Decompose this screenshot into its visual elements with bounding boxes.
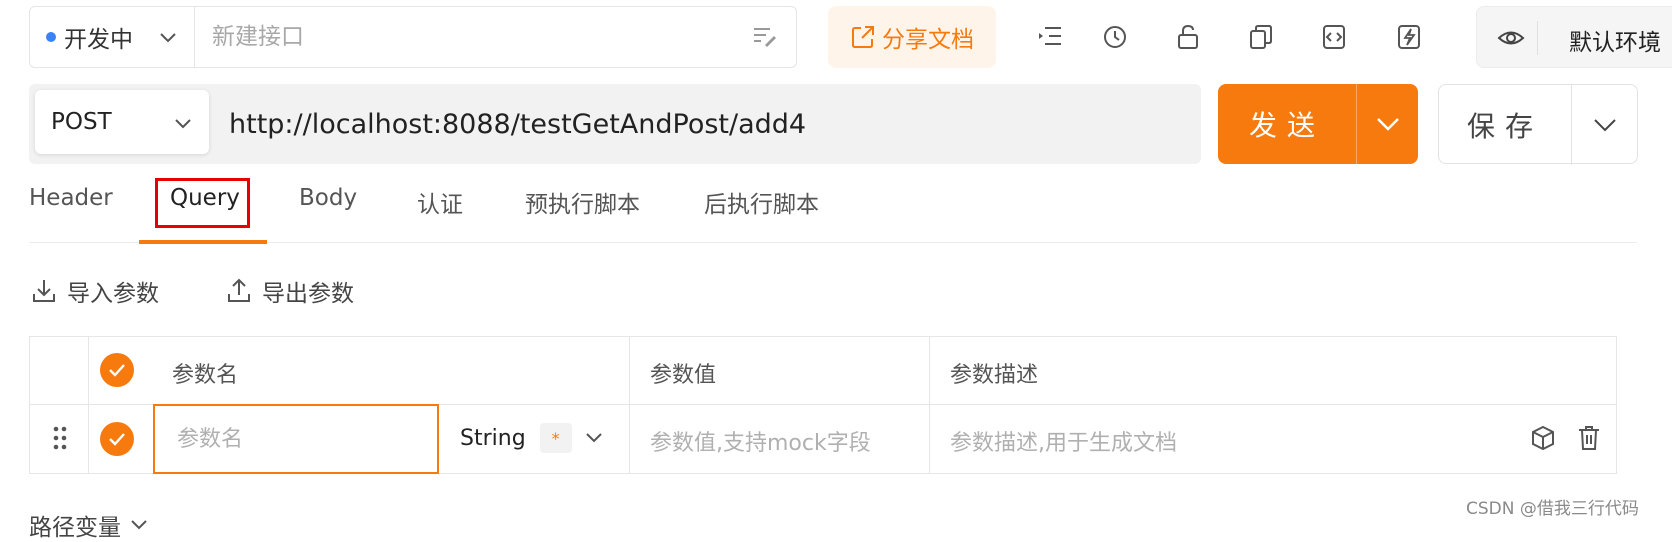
status-select[interactable]: 开发中	[30, 7, 195, 67]
share-doc-button[interactable]: 分享文档	[828, 6, 996, 68]
tab-auth[interactable]: 认证	[417, 185, 463, 219]
export-params-button[interactable]: 导出参数	[226, 274, 354, 308]
column-divider	[929, 337, 930, 473]
cube-mock-icon[interactable]	[1530, 425, 1556, 451]
tabs-divider	[29, 242, 1637, 243]
share-icon	[850, 24, 876, 50]
row-enable-checkbox[interactable]	[100, 422, 134, 456]
chevron-down-icon[interactable]	[1374, 112, 1402, 136]
status-label: 开发中	[64, 27, 133, 53]
outline-list-icon[interactable]	[1037, 24, 1063, 48]
select-all-checkbox[interactable]	[100, 353, 134, 387]
download-icon	[31, 278, 57, 304]
save-label: 保存	[1466, 110, 1543, 143]
param-type-label: String	[460, 425, 526, 451]
params-table: 参数名 参数值 参数描述 String * 参数值,支持mock字段 参数描述,…	[29, 336, 1617, 474]
param-type-select[interactable]: String *	[460, 423, 604, 453]
param-desc-input[interactable]: 参数描述,用于生成文档	[950, 425, 1177, 457]
chevron-down-icon	[129, 517, 149, 533]
column-divider	[629, 337, 630, 473]
interface-name-input[interactable]	[196, 7, 796, 67]
export-label: 导出参数	[262, 281, 354, 307]
tab-post-script[interactable]: 后执行脚本	[704, 185, 819, 219]
watermark: CSDN @借我三行代码	[1466, 499, 1639, 519]
method-select[interactable]: POST	[35, 90, 209, 154]
import-label: 导入参数	[67, 281, 159, 307]
environment-selector[interactable]: 默认环境	[1476, 6, 1672, 68]
method-label: POST	[51, 109, 112, 135]
save-button[interactable]: 保存	[1438, 84, 1638, 165]
status-dot	[46, 32, 56, 42]
required-toggle[interactable]: *	[539, 423, 572, 453]
eye-icon[interactable]	[1497, 27, 1525, 49]
url-bar: POST	[29, 84, 1201, 164]
path-variables-toggle[interactable]: 路径变量	[29, 508, 149, 542]
chevron-down-icon	[173, 114, 193, 134]
path-variables-label: 路径变量	[29, 515, 121, 541]
flash-icon[interactable]	[1397, 24, 1421, 50]
param-name-input[interactable]	[153, 404, 439, 474]
code-icon[interactable]	[1322, 24, 1346, 50]
tab-body[interactable]: Body	[299, 185, 357, 211]
share-label: 分享文档	[882, 27, 974, 53]
interface-name-group: 开发中	[29, 6, 797, 68]
text-format-icon[interactable]	[752, 25, 778, 49]
send-divider	[1356, 84, 1357, 164]
environment-label: 默认环境	[1569, 30, 1661, 56]
chevron-down-icon[interactable]	[1591, 113, 1619, 137]
import-params-button[interactable]: 导入参数	[31, 274, 159, 308]
url-input[interactable]	[229, 98, 1179, 150]
active-tab-underline	[139, 240, 267, 244]
trash-icon[interactable]	[1577, 425, 1601, 451]
header-param-desc: 参数描述	[950, 363, 1039, 388]
copy-icon[interactable]	[1249, 24, 1273, 50]
save-divider	[1571, 85, 1572, 165]
param-value-input[interactable]: 参数值,支持mock字段	[650, 425, 871, 457]
chevron-down-icon	[584, 430, 604, 446]
unlock-icon[interactable]	[1176, 24, 1200, 50]
send-label: 发送	[1248, 109, 1325, 142]
header-param-name: 参数名	[172, 363, 239, 388]
tab-pre-script[interactable]: 预执行脚本	[525, 185, 640, 219]
header-param-value: 参数值	[650, 363, 717, 388]
upload-icon	[226, 278, 252, 304]
column-divider	[88, 337, 89, 473]
send-button[interactable]: 发送	[1218, 84, 1418, 164]
highlight-box	[155, 178, 250, 228]
drag-handle-icon[interactable]	[52, 425, 68, 451]
chevron-down-icon	[158, 27, 178, 47]
env-divider	[1537, 21, 1538, 55]
tab-header[interactable]: Header	[29, 185, 113, 211]
history-clock-icon[interactable]	[1102, 24, 1128, 50]
